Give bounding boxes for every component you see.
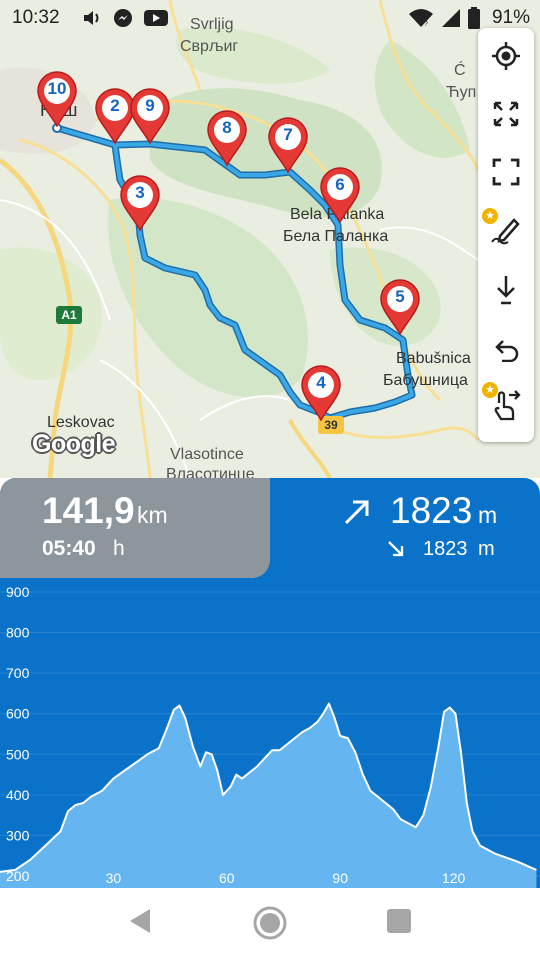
fullscreen-button[interactable] [478,146,534,198]
waypoint-number: 5 [395,287,405,306]
y-tick-label: 600 [6,706,30,722]
elevation-area [0,703,537,888]
elevation-profile-chart[interactable]: 200 300 400 500 600 700 800 900 30 60 90 120 [0,578,540,888]
waypoint-pin-5[interactable]: 5 [378,278,422,336]
distance-unit: km [137,502,168,528]
locate-button[interactable] [478,30,534,82]
signal-icon [442,9,460,27]
y-tick-label: 300 [6,827,30,843]
waypoint-number: 7 [283,125,293,144]
undo-icon [495,340,519,362]
waypoint-pin-10[interactable]: 10 [35,70,79,128]
route-switch-button[interactable]: ★ [478,380,534,432]
duration-unit: h [113,537,125,560]
undo-button[interactable] [478,322,534,374]
place-label-svrljig-cyrillic: Сврљиг [180,38,239,55]
google-logo: Google [32,430,116,458]
youtube-icon [144,10,168,26]
x-tick-label: 120 [442,870,466,886]
premium-star-icon: ★ [482,208,498,224]
back-icon[interactable] [126,906,154,936]
y-tick-label: 900 [6,584,30,600]
waypoint-number: 3 [135,183,145,202]
waypoint-number: 4 [316,373,326,392]
x-tick-label: 90 [332,870,348,886]
ascent-value: 1823 [390,490,473,531]
locate-icon [492,42,520,70]
waypoint-pin-9[interactable]: 9 [128,87,172,145]
volume-icon [84,11,99,25]
y-tick-label: 400 [6,787,30,803]
place-label-vlasotince: Vlasotince [170,446,244,463]
place-label-knjazevac-cyrillic: Ћуп [446,84,477,101]
status-bar: 10:32 ? 91% [0,0,540,36]
status-time: 10:32 [12,7,60,28]
waypoint-number: 8 [222,118,232,137]
place-label-babusnica-cyrillic: Бабушница [383,372,468,389]
home-icon[interactable] [252,905,288,941]
ascent-arrow-icon [344,500,369,525]
waypoint-pin-7[interactable]: 7 [266,116,310,174]
fit-route-button[interactable] [478,88,534,140]
waypoint-pin-8[interactable]: 8 [205,109,249,167]
y-tick-label: 700 [6,665,30,681]
route-map[interactable]: Svrljig Сврљиг Ниш Bela Palanka Бела Пал… [0,0,540,478]
descent-unit: m [478,538,495,560]
fullscreen-icon [492,158,520,186]
download-icon [497,276,515,305]
waypoint-number: 10 [47,79,67,98]
y-tick-label: 800 [6,625,30,641]
place-label-babusnica: Babušnica [396,350,471,367]
route-stats-panel: 141,9 km 05:40 h 1823 m 1823 m [0,478,540,578]
descent-arrow-icon [388,541,404,557]
svg-text:?: ? [424,21,428,28]
battery-icon [468,7,480,29]
premium-star-icon: ★ [482,382,498,398]
download-button[interactable] [478,264,534,316]
android-nav-bar [0,888,540,960]
waypoint-pin-3[interactable]: 3 [118,174,162,232]
duration-value: 05:40 [42,537,96,560]
distance-time-card: 141,9 km 05:40 h [0,478,270,578]
fit-route-icon [493,101,519,127]
x-tick-label: 60 [219,870,235,886]
road-badge-a1: A1 [56,306,82,324]
waypoint-number: 9 [145,96,155,115]
place-label-knjazevac: Ć [454,62,466,79]
place-label-vlasotince-cyrillic: Власотинце [166,466,255,478]
waypoint-pin-4[interactable]: 4 [299,364,343,422]
x-tick-label: 30 [106,870,122,886]
y-tick-label: 200 [6,868,30,884]
map-toolbar: ★ ★ [478,28,534,442]
waypoint-number: 6 [335,175,345,194]
place-label-bela-palanka-cyrillic: Бела Паланка [283,228,389,245]
distance-value: 141,9 [42,490,135,531]
messenger-icon [114,9,132,27]
wifi-icon: ? [409,9,433,28]
battery-percentage: 91% [491,7,530,28]
descent-value: 1823 [423,538,468,560]
waypoint-pin-6[interactable]: 6 [318,166,362,224]
draw-route-button[interactable]: ★ [478,204,534,256]
elevation-chart-svg: 200 300 400 500 600 700 800 900 30 60 90 120 [0,584,540,888]
ascent-unit: m [478,502,498,528]
y-tick-label: 500 [6,746,30,762]
recents-icon[interactable] [386,908,412,934]
